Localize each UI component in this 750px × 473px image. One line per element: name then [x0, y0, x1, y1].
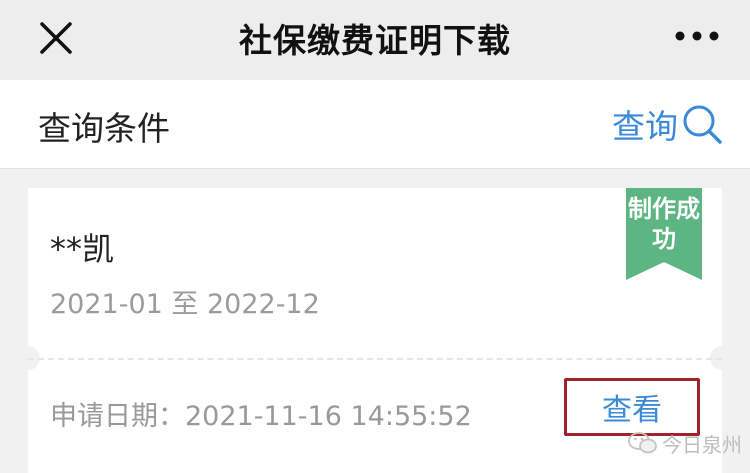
query-conditions-label: 查询条件 [38, 109, 170, 148]
query-button-label: 查询 [612, 107, 678, 146]
search-icon [683, 105, 722, 144]
card-divider [28, 358, 722, 360]
more-options-icon[interactable] [674, 28, 720, 44]
apply-date: 申请日期：2021-11-16 14:55:52 [50, 394, 472, 433]
watermark: 今日泉州 [628, 428, 742, 458]
insured-name: **凯 [50, 230, 115, 268]
wechat-icon [628, 432, 657, 454]
view-button-label: 查看 [602, 393, 662, 428]
status-badge: 制作成功 [628, 195, 700, 253]
apply-date-label: 申请日期： [50, 401, 185, 432]
apply-date-value: 2021-11-16 14:55:52 [185, 401, 472, 432]
navigation-bar: 社保缴费证明下载 [0, 0, 750, 80]
certificate-record-card[interactable]: **凯 2021-01 至 2022-12 制作成功 申请日期：2021-11-… [16, 188, 734, 473]
query-button[interactable]: 查询 [612, 100, 724, 148]
page-title: 社保缴费证明下载 [239, 21, 511, 60]
payment-period: 2021-01 至 2022-12 [50, 289, 320, 320]
query-conditions-bar: 查询条件 查询 [0, 80, 750, 169]
watermark-text: 今日泉州 [662, 432, 742, 457]
